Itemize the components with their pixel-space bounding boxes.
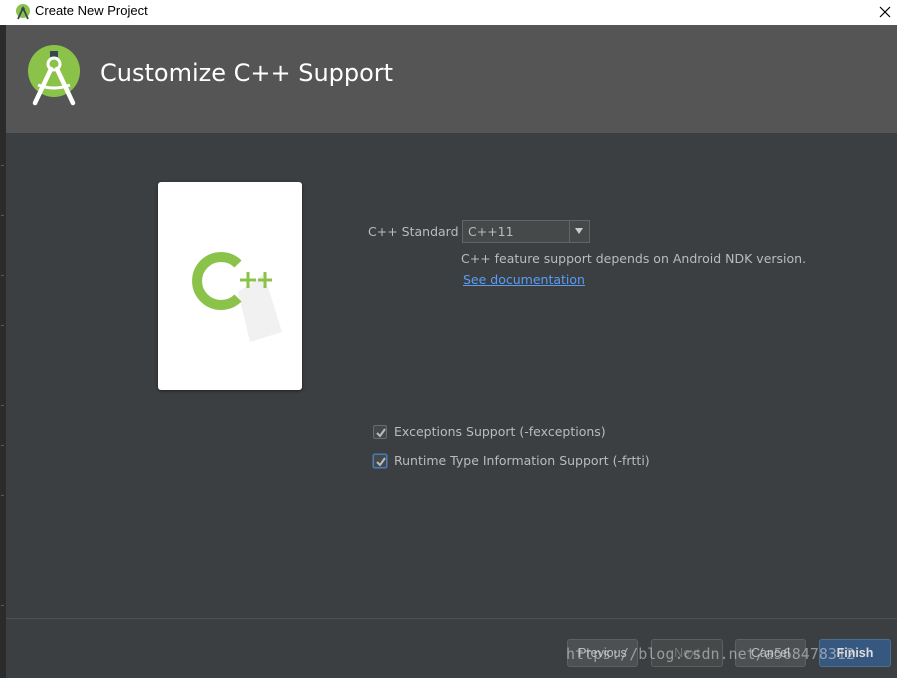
window-title: Create New Project xyxy=(35,3,148,18)
rtti-support-checkbox[interactable] xyxy=(373,454,387,468)
footer-divider xyxy=(6,618,897,619)
cpp-standard-select[interactable]: C++11 xyxy=(462,220,590,243)
cpp-logo-icon xyxy=(192,252,282,342)
checkmark-icon xyxy=(376,428,386,438)
page-title: Customize C++ Support xyxy=(100,59,394,87)
ndk-hint-text: C++ feature support depends on Android N… xyxy=(461,251,807,266)
wizard-content xyxy=(6,133,897,618)
close-icon[interactable] xyxy=(873,0,897,24)
cpp-preview-card xyxy=(158,182,302,390)
exceptions-support-label: Exceptions Support (-fexceptions) xyxy=(394,424,606,439)
dropdown-arrow-icon xyxy=(575,228,583,234)
wizard-header: Customize C++ Support xyxy=(6,25,897,133)
rtti-support-label: Runtime Type Information Support (-frtti… xyxy=(394,453,650,468)
cpp-standard-label: C++ Standard xyxy=(368,224,459,239)
checkmark-icon xyxy=(376,457,386,467)
window-title-bar: Create New Project xyxy=(0,0,897,25)
android-studio-icon xyxy=(16,4,30,20)
see-documentation-link[interactable]: See documentation xyxy=(463,272,585,287)
cpp-standard-value: C++11 xyxy=(468,224,514,239)
watermark-text: https://blog.csdn.net/a568478312 xyxy=(566,645,855,663)
android-studio-logo-icon xyxy=(28,45,80,106)
exceptions-support-checkbox[interactable] xyxy=(373,425,387,439)
dropdown-button[interactable] xyxy=(569,221,589,242)
